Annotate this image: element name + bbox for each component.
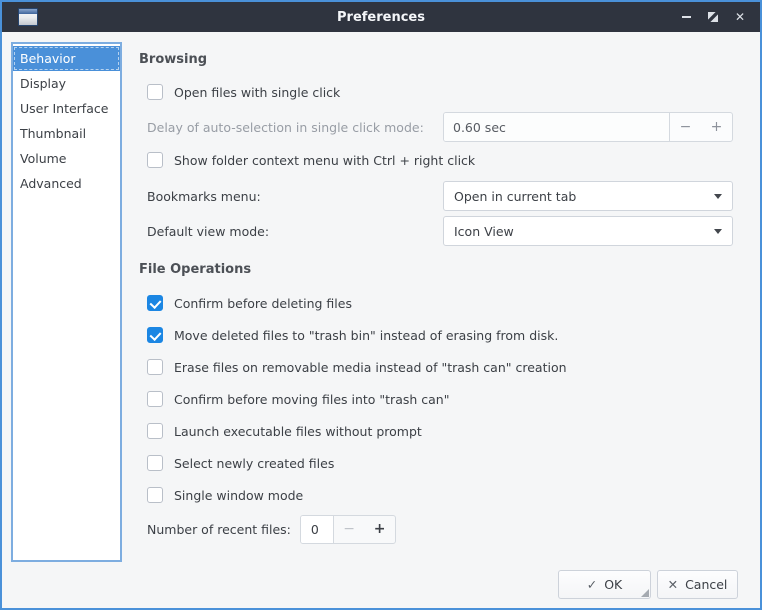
checkbox-move-to-trash[interactable]: Move deleted files to "trash bin" instea… [147, 327, 733, 343]
checkbox[interactable] [147, 84, 163, 100]
sidebar-item-thumbnail[interactable]: Thumbnail [13, 121, 120, 146]
window-icon [18, 8, 38, 26]
default-view-mode-dropdown[interactable]: Icon View [443, 216, 733, 246]
sidebar-item-display[interactable]: Display [13, 71, 120, 96]
checkbox-label: Show folder context menu with Ctrl + rig… [174, 153, 475, 168]
checkbox-ctrl-right-click[interactable]: Show folder context menu with Ctrl + rig… [147, 152, 733, 168]
minimize-icon [682, 16, 691, 18]
maximize-button[interactable] [703, 6, 723, 28]
cross-icon: ✕ [668, 577, 678, 592]
checkbox-open-single-click[interactable]: Open files with single click [147, 84, 733, 100]
cancel-button-label: Cancel [685, 577, 727, 592]
window-title: Preferences [2, 10, 760, 25]
titlebar: Preferences ✕ [2, 2, 760, 32]
checkbox-single-window-mode[interactable]: Single window mode [147, 487, 733, 503]
resize-grip-icon [641, 589, 649, 597]
minimize-button[interactable] [676, 6, 696, 28]
cancel-button[interactable]: ✕ Cancel [657, 570, 738, 599]
ok-button-label: OK [604, 577, 622, 592]
decrement-button[interactable]: − [334, 516, 365, 543]
increment-button[interactable]: + [364, 516, 395, 543]
sidebar: Behavior Display User Interface Thumbnai… [11, 42, 122, 562]
bookmarks-menu-label: Bookmarks menu: [147, 189, 261, 204]
sidebar-item-behavior[interactable]: Behavior [13, 46, 120, 71]
checkbox-label: Open files with single click [174, 85, 340, 100]
decrement-button[interactable]: − [670, 113, 701, 141]
sidebar-item-user-interface[interactable]: User Interface [13, 96, 120, 121]
checkbox[interactable] [147, 295, 163, 311]
checkbox-label: Erase files on removable media instead o… [174, 360, 567, 375]
checkbox-select-new-files[interactable]: Select newly created files [147, 455, 733, 471]
dropdown-value: Open in current tab [454, 189, 576, 204]
checkbox[interactable] [147, 327, 163, 343]
sidebar-item-advanced[interactable]: Advanced [13, 171, 120, 196]
default-view-mode-row: Default view mode: Icon View [147, 216, 733, 246]
checkbox-label: Confirm before moving files into "trash … [174, 392, 449, 407]
check-icon: ✓ [587, 577, 597, 592]
ok-button[interactable]: ✓ OK [558, 570, 651, 599]
checkbox-label: Confirm before deleting files [174, 296, 352, 311]
checkbox-confirm-delete[interactable]: Confirm before deleting files [147, 295, 733, 311]
window-controls: ✕ [676, 2, 750, 32]
checkbox-confirm-move-trash[interactable]: Confirm before moving files into "trash … [147, 391, 733, 407]
checkbox[interactable] [147, 391, 163, 407]
delay-label: Delay of auto-selection in single click … [147, 120, 424, 135]
recent-files-value[interactable]: 0 [301, 516, 334, 543]
close-button[interactable]: ✕ [730, 6, 750, 28]
checkbox-label: Move deleted files to "trash bin" instea… [174, 328, 558, 343]
checkbox[interactable] [147, 487, 163, 503]
checkbox[interactable] [147, 455, 163, 471]
checkbox[interactable] [147, 152, 163, 168]
sidebar-item-volume[interactable]: Volume [13, 146, 120, 171]
bookmarks-menu-row: Bookmarks menu: Open in current tab [147, 181, 733, 211]
checkbox[interactable] [147, 423, 163, 439]
dropdown-value: Icon View [454, 224, 514, 239]
checkbox-launch-executable[interactable]: Launch executable files without prompt [147, 423, 733, 439]
default-view-mode-label: Default view mode: [147, 224, 269, 239]
close-icon: ✕ [735, 10, 745, 24]
checkbox-label: Select newly created files [174, 456, 334, 471]
bookmarks-menu-dropdown[interactable]: Open in current tab [443, 181, 733, 211]
increment-button[interactable]: + [701, 113, 732, 141]
checkbox-erase-removable[interactable]: Erase files on removable media instead o… [147, 359, 733, 375]
recent-files-spinbox[interactable]: 0 − + [300, 515, 396, 544]
delay-value[interactable]: 0.60 sec [444, 113, 669, 141]
recent-files-label: Number of recent files: [147, 522, 291, 537]
chevron-down-icon [714, 229, 722, 234]
delay-spinbox[interactable]: 0.60 sec − + [443, 112, 733, 142]
checkbox[interactable] [147, 359, 163, 375]
checkbox-label: Single window mode [174, 488, 303, 503]
preferences-window: Preferences ✕ Behavior Display User Inte… [0, 0, 762, 610]
checkbox-label: Launch executable files without prompt [174, 424, 422, 439]
section-header-file-operations: File Operations [139, 262, 251, 277]
restore-icon [707, 11, 719, 23]
chevron-down-icon [714, 194, 722, 199]
delay-auto-selection-row: Delay of auto-selection in single click … [147, 112, 733, 142]
recent-files-row: Number of recent files: 0 − + [147, 514, 396, 544]
section-header-browsing: Browsing [139, 52, 207, 67]
